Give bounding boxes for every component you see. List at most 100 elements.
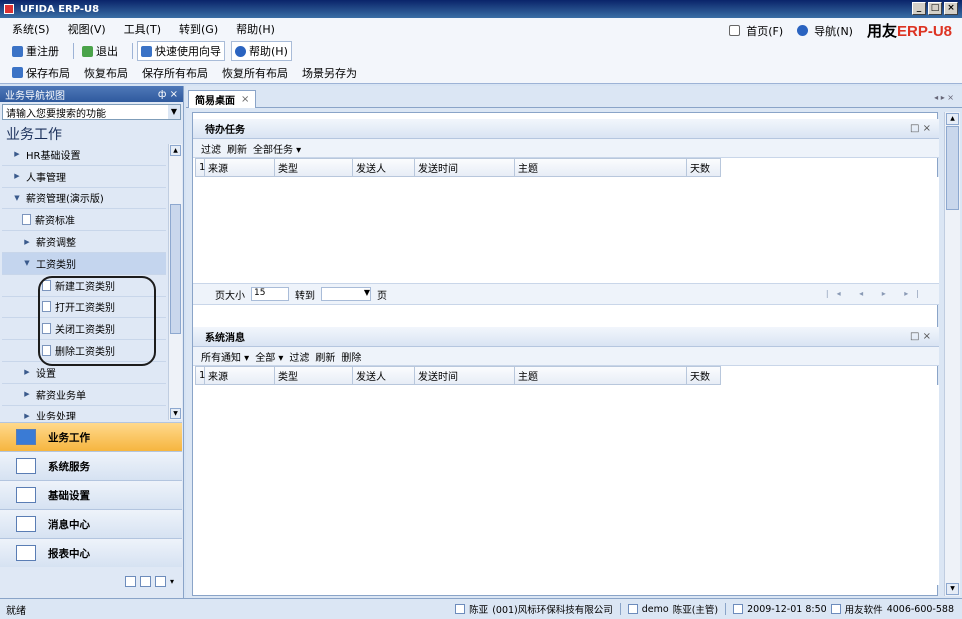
section-label: 业务工作 [48,431,90,444]
tab-nav-controls[interactable]: ◂ ▸ × [934,93,954,102]
menu-bar: 系统(S) 视图(V) 工具(T) 转到(G) 帮助(H) 首页(F) 导航(N… [0,18,962,40]
minimize-button[interactable]: _ [912,2,926,15]
collapsed-arrow-icon[interactable]: ▶ [22,238,32,246]
reregister-button[interactable]: 重注册 [8,41,63,61]
panel-tool-button[interactable]: 刷新 [227,141,247,156]
panel-tool-button[interactable]: 全部任务 ▾ [253,141,301,156]
tree-item[interactable]: ▼ 工资类别 [2,252,166,275]
menu-tools[interactable]: 工具(T) [124,21,161,37]
save-layout-button[interactable]: 保存布局 [8,63,74,83]
save-scene-as-button[interactable]: 场景另存为 [298,63,361,83]
help-button[interactable]: 帮助(H) [231,41,292,61]
tab-close-icon[interactable]: × [241,94,249,105]
save-all-layouts-button[interactable]: 保存所有布局 [138,63,212,83]
scroll-up-icon[interactable]: ▲ [170,145,181,156]
column-header[interactable]: 1 [195,158,205,177]
messages-grid-header: 1 来源 类型 发送人 发送时间 主题 天数 [195,366,939,385]
tree-item-label: 工资类别 [36,259,76,271]
scroll-thumb[interactable] [946,126,959,210]
menu-view[interactable]: 视图(V) [68,21,106,37]
column-header[interactable]: 主题 [515,158,687,177]
restore-all-layouts-button[interactable]: 恢复所有布局 [218,63,292,83]
tree-item[interactable]: ▶ HR基础设置 [2,144,166,166]
collapsed-arrow-icon[interactable]: ▶ [22,368,32,376]
chevron-down-icon[interactable]: ▾ [170,577,174,586]
panel-tool-button[interactable]: 过滤 [201,141,221,156]
collapsed-arrow-icon[interactable]: ▶ [12,150,22,158]
column-header[interactable]: 发送人 [353,158,415,177]
exit-button[interactable]: 退出 [78,41,122,61]
pager-nav-icons[interactable]: |◂ ◂ ▸ ▸| [826,289,927,298]
collapsed-arrow-icon[interactable]: ▶ [22,390,32,398]
tree-item[interactable]: ▶ 薪资调整 [2,231,166,253]
close-button[interactable]: × [944,2,958,15]
messages-panel-controls[interactable]: □ × [910,331,931,342]
section-label: 系统服务 [48,460,90,473]
nav-panel-pin-close[interactable]: ф × [158,89,178,100]
quick-wizard-button[interactable]: 快速使用向导 [137,41,225,61]
nav-link[interactable]: 导航(N) [797,23,853,39]
footer-icon[interactable] [154,575,166,587]
collapsed-arrow-icon[interactable]: ▶ [12,172,22,180]
maximize-button[interactable]: □ [928,2,942,15]
messages-panel-header: 系统消息 □ × [193,327,939,347]
menu-goto[interactable]: 转到(G) [179,21,218,37]
chevron-down-icon[interactable]: ▼ [168,105,180,119]
column-header[interactable]: 主题 [515,366,687,385]
scroll-up-icon[interactable]: ▲ [946,113,959,125]
column-header[interactable]: 天数 [687,158,721,177]
panel-tool-button[interactable]: 所有通知 ▾ [201,349,249,364]
nav-section-3[interactable]: 消息中心 [0,509,182,538]
panel-tool-button[interactable]: 过滤 [289,349,309,364]
column-header[interactable]: 类型 [275,158,353,177]
user-icon [455,604,466,614]
menu-help[interactable]: 帮助(H) [236,21,275,37]
tree-item[interactable]: ▼ 薪资管理(演示版) [2,188,166,210]
nav-section-4[interactable]: 报表中心 [0,538,182,567]
calendar-icon [733,604,744,614]
tab-simple-desktop[interactable]: 简易桌面 × [188,90,257,108]
nav-section-1[interactable]: 系统服务 [0,451,182,480]
panel-tool-button[interactable]: 全部 ▾ [255,349,283,364]
nav-section-2[interactable]: 基础设置 [0,480,182,509]
tree-item-label: 人事管理 [26,172,66,184]
restore-layout-button[interactable]: 恢复布局 [80,63,132,83]
nav-panel-footer: ▾ [0,567,182,595]
tree-item[interactable]: 薪资标准 [2,209,166,232]
scroll-down-icon[interactable]: ▼ [946,583,959,595]
home-link[interactable]: 首页(F) [729,23,783,39]
column-header[interactable]: 来源 [205,158,275,177]
panel-tool-button[interactable]: 删除 [341,349,361,364]
column-header[interactable]: 发送时间 [415,158,515,177]
nav-sections: 业务工作系统服务基础设置 消息中心 报表中心 [0,422,182,567]
tree-item[interactable]: ▶ 人事管理 [2,166,166,188]
todo-panel-controls[interactable]: □ × [910,123,931,134]
panel-tool-button[interactable]: 刷新 [315,349,335,364]
nav-section-0[interactable]: 业务工作 [0,422,182,451]
expanded-arrow-icon[interactable]: ▼ [22,259,32,267]
function-search-input[interactable]: 请输入您要搜索的功能 ▼ [2,104,181,120]
tree-item-label: 薪资业务单 [36,390,86,402]
tree-item[interactable]: ▶ 业务处理 [2,406,166,420]
footer-icon[interactable] [124,575,136,587]
system-messages-panel: 系统消息 □ × 所有通知 ▾ 全部 ▾ 过滤 刷新 删除 1 来源 类型 发送人 发送时间 主题… [193,327,939,585]
column-header[interactable]: 类型 [275,366,353,385]
expanded-arrow-icon[interactable]: ▼ [12,194,22,202]
column-header[interactable]: 1 [195,366,205,385]
footer-icon[interactable] [139,575,151,587]
menu-system[interactable]: 系统(S) [12,21,50,37]
todo-grid-header: 1 来源 类型 发送人 发送时间 主题 天数 [195,158,939,177]
column-header[interactable]: 发送人 [353,366,415,385]
status-bar: 就绪 陈亚 (001)风标环保科技有限公司 demo 陈亚(主管) 2009-1… [0,598,962,619]
column-header[interactable]: 发送时间 [415,366,515,385]
column-header[interactable]: 来源 [205,366,275,385]
tree-item[interactable]: ▶ 薪资业务单 [2,384,166,406]
scroll-down-icon[interactable]: ▼ [170,408,181,419]
nav-tree-scrollbar[interactable]: ▲ ▼ [168,144,182,420]
goto-page-select[interactable]: ▼ [321,287,371,301]
page-size-input[interactable]: 15 [251,287,289,301]
scroll-thumb[interactable] [170,204,181,334]
column-header[interactable]: 天数 [687,366,721,385]
collapsed-arrow-icon[interactable]: ▶ [22,412,32,420]
desktop-scrollbar[interactable]: ▲ ▼ [944,112,960,596]
